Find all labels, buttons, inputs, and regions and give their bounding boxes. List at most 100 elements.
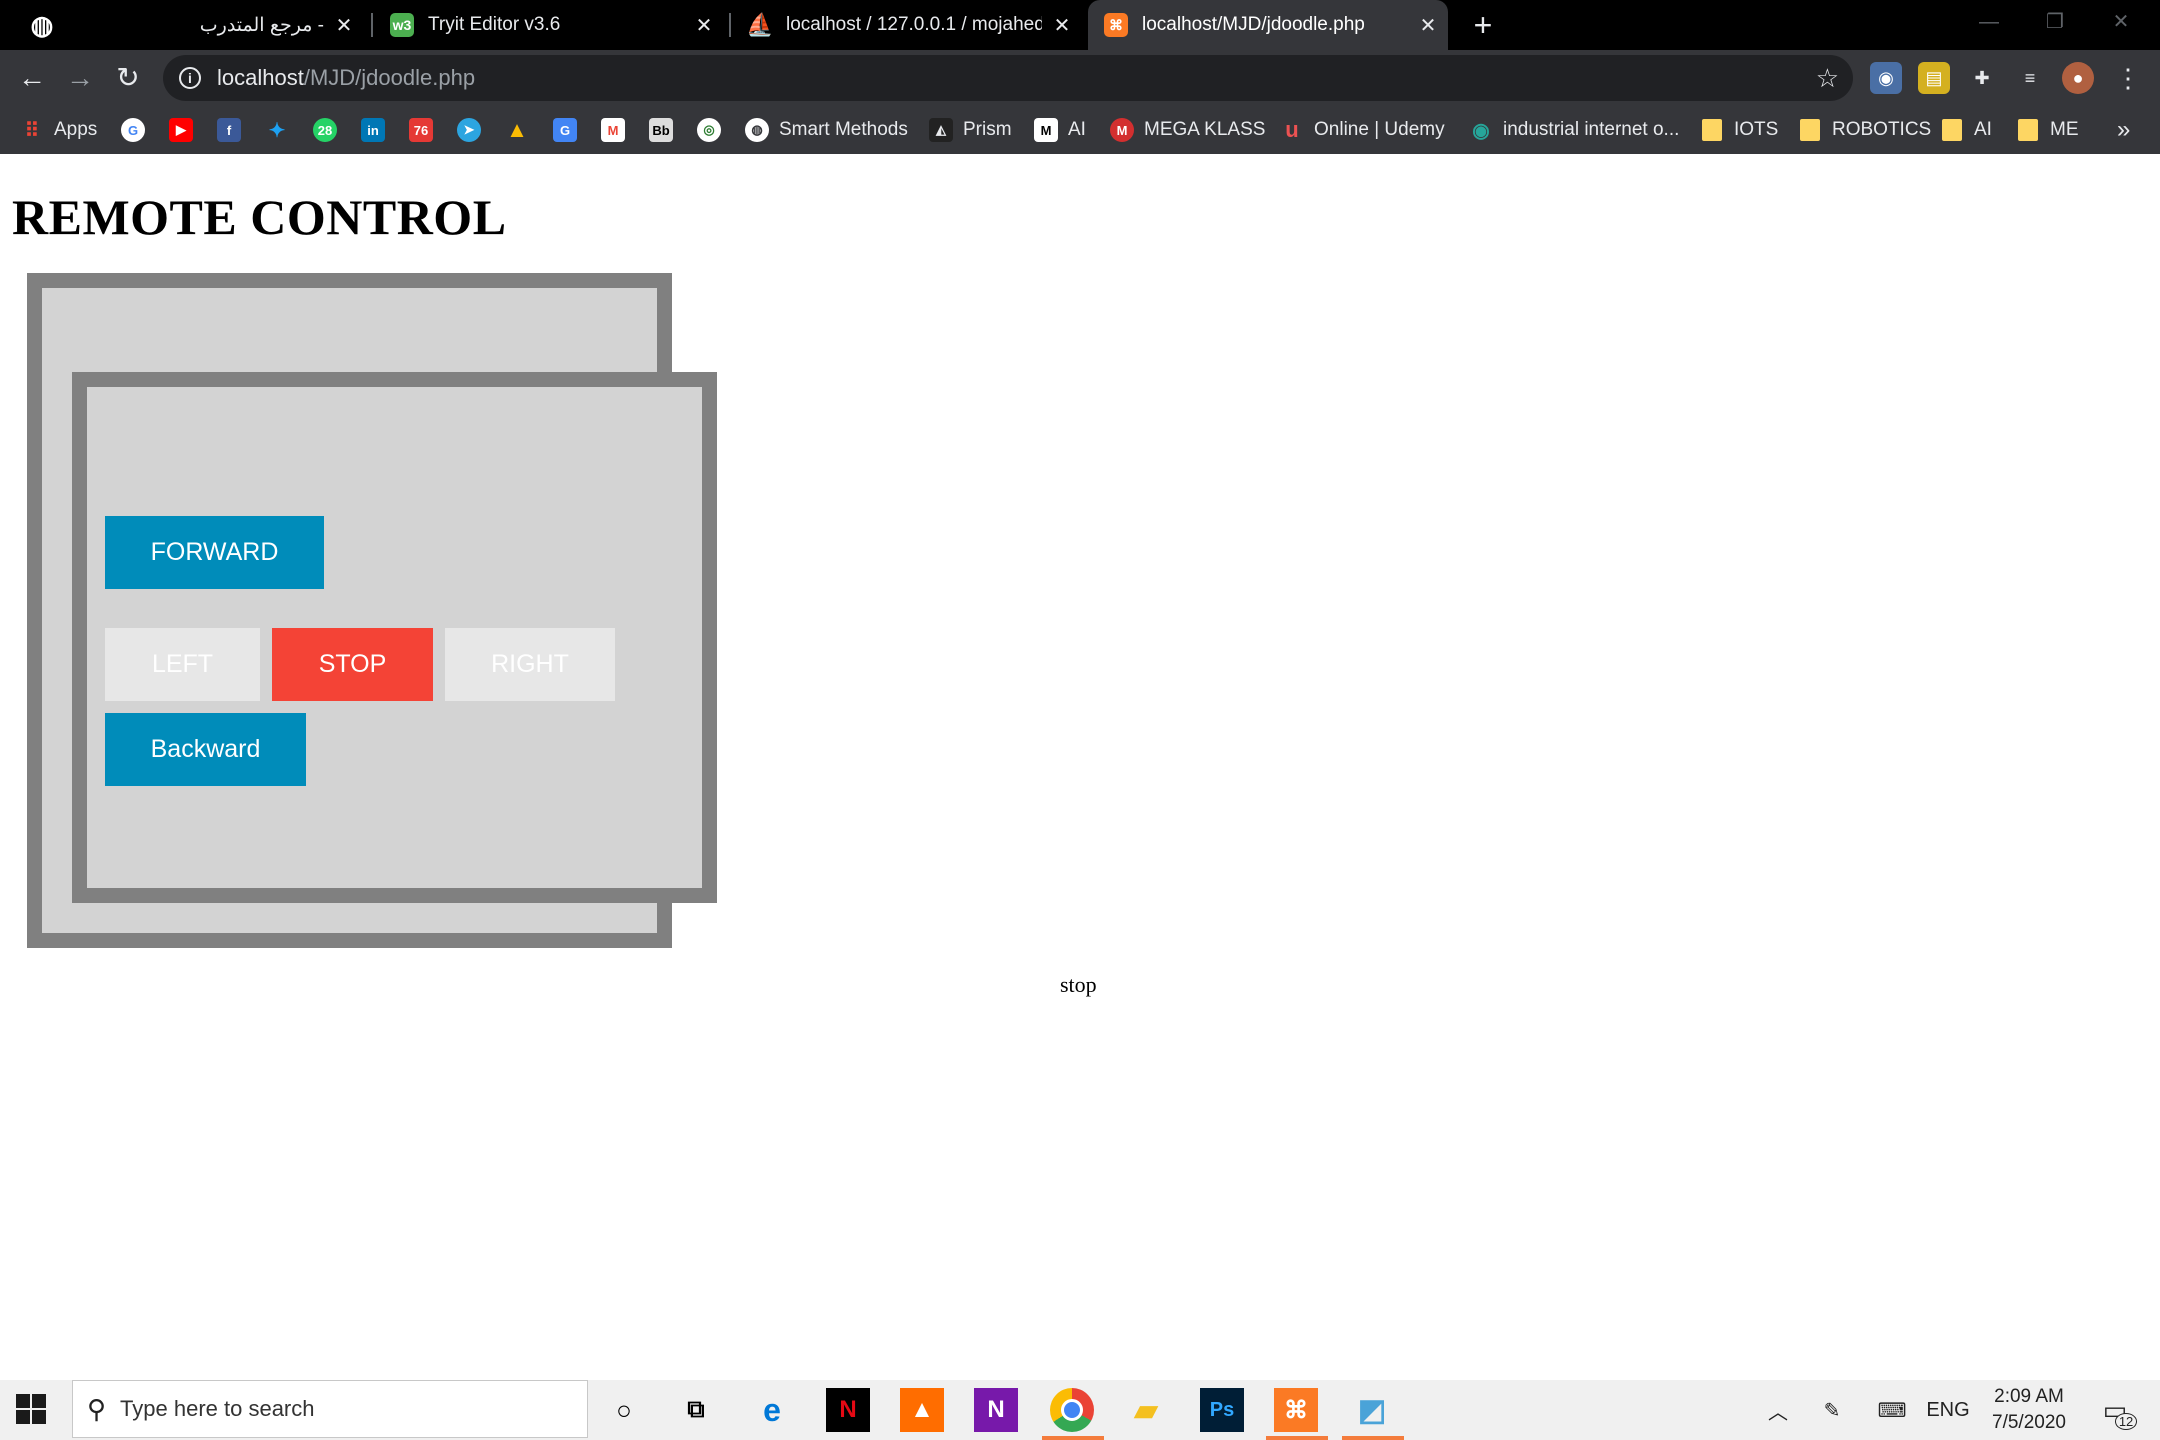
bookmark-udemy[interactable]: u Online | Udemy bbox=[1280, 115, 1444, 145]
tab-trainer-reference[interactable]: ◍ مرجع المتدرب - ✕ bbox=[14, 0, 364, 50]
browser-toolbar: ← → ↻ i localhost/MJD/jdoodle.php ☆ ◉ ▤ … bbox=[0, 50, 2160, 106]
bookmark-smart-methods[interactable]: ◍ Smart Methods bbox=[745, 115, 908, 145]
site-info-icon[interactable]: i bbox=[179, 67, 201, 89]
xampp-icon: ⌘ bbox=[1104, 13, 1128, 37]
bookmark-telegram[interactable]: ➤ bbox=[457, 115, 481, 145]
tab-title: Tryit Editor v3.6 bbox=[428, 14, 561, 35]
menu-dots-icon[interactable]: ⋮ bbox=[2112, 62, 2144, 94]
photoshop-icon[interactable]: Ps bbox=[1200, 1388, 1244, 1432]
apps-grid-icon: ⠿ bbox=[24, 119, 40, 142]
cortana-icon[interactable]: ○ bbox=[602, 1388, 646, 1432]
tray-overflow-icon[interactable]: ︿ bbox=[1760, 1380, 1796, 1440]
tab-separator bbox=[729, 13, 731, 37]
extension-icon[interactable]: ▤ bbox=[1918, 62, 1950, 94]
backward-button[interactable]: Backward bbox=[105, 713, 306, 786]
folder-icon bbox=[1942, 119, 1962, 141]
avatar[interactable]: ● bbox=[2062, 62, 2094, 94]
extension-icon[interactable]: ◉ bbox=[1870, 62, 1902, 94]
bookmark-calendar[interactable]: 76 bbox=[409, 115, 433, 145]
page-content: REMOTE CONTROL FORWARD LEFT STOP RIGHT B… bbox=[0, 154, 2160, 1380]
bookmarks-overflow-icon[interactable]: » bbox=[2117, 115, 2130, 145]
media-control-icon[interactable]: ≡ bbox=[2014, 62, 2046, 94]
language-indicator[interactable]: ENG bbox=[1926, 1380, 1970, 1440]
bookmark-folder-ai[interactable]: AI bbox=[1942, 115, 1992, 145]
bookmark-industrial-internet[interactable]: ◉ industrial internet o... bbox=[1469, 115, 1679, 145]
bookmark-folder-robotics[interactable]: ROBOTICS bbox=[1800, 115, 1931, 145]
close-icon[interactable]: ✕ bbox=[684, 13, 724, 38]
new-tab-button[interactable]: + bbox=[1464, 6, 1502, 44]
notepad-icon[interactable]: ◩ bbox=[1350, 1388, 1394, 1432]
tab-strip: ◍ مرجع المتدرب - ✕ w3 Tryit Editor v3.6 … bbox=[0, 0, 2160, 50]
close-icon[interactable]: ✕ bbox=[1042, 13, 1082, 38]
bookmark-label: IOTS bbox=[1734, 119, 1779, 140]
bookmark-folder-iots[interactable]: IOTS bbox=[1702, 115, 1778, 145]
forward-button[interactable]: FORWARD bbox=[105, 516, 324, 589]
right-button[interactable]: RIGHT bbox=[445, 628, 615, 701]
edge-icon[interactable]: e bbox=[750, 1388, 794, 1432]
tab-tryit-editor[interactable]: w3 Tryit Editor v3.6 ✕ bbox=[374, 0, 724, 50]
bookmark-youtube[interactable]: ▶ bbox=[169, 115, 193, 145]
notification-center-icon[interactable]: ▭ 12 bbox=[2090, 1380, 2140, 1440]
task-view-icon[interactable]: ⧉ bbox=[674, 1388, 718, 1432]
close-icon[interactable]: ✕ bbox=[1408, 13, 1448, 38]
search-placeholder: Type here to search bbox=[120, 1396, 315, 1421]
chrome-icon[interactable] bbox=[1050, 1388, 1094, 1432]
back-arrow-icon[interactable]: ← bbox=[14, 60, 50, 96]
globe-icon: ◍ bbox=[745, 118, 769, 142]
bookmark-medium-ai[interactable]: M AI bbox=[1034, 115, 1086, 145]
calendar-icon: 76 bbox=[409, 118, 433, 142]
bookmark-drive[interactable]: ▲ bbox=[505, 115, 529, 145]
bookmark-gmail[interactable]: M bbox=[601, 115, 625, 145]
page-title: REMOTE CONTROL bbox=[12, 189, 507, 245]
tab-title: مرجع المتدرب - bbox=[199, 14, 324, 36]
keyboard-icon[interactable]: ⌨ bbox=[1870, 1380, 1914, 1440]
clock[interactable]: 2:09 AM 7/5/2020 bbox=[1984, 1384, 2074, 1436]
xampp-active-indicator bbox=[1266, 1436, 1328, 1440]
pen-icon[interactable]: ✎ bbox=[1814, 1380, 1850, 1440]
netflix-icon[interactable]: N bbox=[826, 1388, 870, 1432]
bookmark-prism[interactable]: ◭ Prism bbox=[929, 115, 1012, 145]
notepad-active-indicator bbox=[1342, 1436, 1404, 1440]
bookmark-label: MEGA KLASS bbox=[1144, 119, 1266, 140]
address-url: localhost/MJD/jdoodle.php bbox=[217, 65, 475, 91]
twitter-icon: ✦ bbox=[268, 119, 286, 142]
minimize-icon[interactable]: — bbox=[1956, 0, 2022, 44]
bookmark-twitter[interactable]: ✦ bbox=[265, 115, 289, 145]
bookmark-apps[interactable]: ⠿ Apps bbox=[20, 115, 98, 145]
file-explorer-icon[interactable]: ▰ bbox=[1124, 1388, 1168, 1432]
tab-phpmyadmin[interactable]: ⛵ localhost / 127.0.0.1 / mojahed_t ✕ bbox=[732, 0, 1082, 50]
globe-icon: ◍ bbox=[30, 9, 54, 40]
bookmark-whatsapp[interactable]: 28 bbox=[313, 115, 337, 145]
close-icon[interactable]: ✕ bbox=[324, 13, 364, 38]
stop-button[interactable]: STOP bbox=[272, 628, 433, 701]
reload-icon[interactable]: ↻ bbox=[110, 60, 146, 96]
onenote-icon[interactable]: N bbox=[974, 1388, 1018, 1432]
tab-title: localhost / 127.0.0.1 / mojahed_t bbox=[786, 14, 1042, 35]
taskbar-search-box[interactable]: ⚲ Type here to search bbox=[72, 1380, 588, 1438]
bookmark-facebook[interactable]: f bbox=[217, 115, 241, 145]
bookmark-seal[interactable]: ◎ bbox=[697, 115, 721, 145]
bookmark-translate[interactable]: G bbox=[553, 115, 577, 145]
message-icon: ▭ 12 bbox=[2103, 1395, 2138, 1430]
bookmark-blackboard[interactable]: Bb bbox=[649, 115, 673, 145]
extensions-puzzle-icon[interactable]: ✚ bbox=[1966, 62, 1998, 94]
address-bar[interactable]: i localhost/MJD/jdoodle.php ☆ bbox=[163, 55, 1853, 101]
windows-start-icon[interactable] bbox=[16, 1394, 48, 1426]
close-window-icon[interactable]: ✕ bbox=[2088, 0, 2154, 44]
bookmark-mega-klass[interactable]: M MEGA KLASS bbox=[1110, 115, 1265, 145]
phpmyadmin-icon: ⛵ bbox=[746, 12, 774, 37]
vlc-icon[interactable]: ▲ bbox=[900, 1388, 944, 1432]
bookmark-folder-me[interactable]: ME bbox=[2018, 115, 2079, 145]
bookmark-linkedin[interactable]: in bbox=[361, 115, 385, 145]
forward-arrow-icon[interactable]: → bbox=[62, 60, 98, 96]
chrome-active-indicator bbox=[1042, 1436, 1104, 1440]
left-button[interactable]: LEFT bbox=[105, 628, 260, 701]
bookmark-star-icon[interactable]: ☆ bbox=[1816, 63, 1839, 94]
tab-jdoodle-active[interactable]: ⌘ localhost/MJD/jdoodle.php ✕ bbox=[1088, 0, 1448, 50]
w3schools-icon: w3 bbox=[390, 13, 414, 37]
bookmark-google[interactable]: G bbox=[121, 115, 145, 145]
gmail-icon: M bbox=[601, 118, 625, 142]
xampp-icon[interactable]: ⌘ bbox=[1274, 1388, 1318, 1432]
folder-icon bbox=[2018, 119, 2038, 141]
restore-icon[interactable]: ❐ bbox=[2022, 0, 2088, 44]
